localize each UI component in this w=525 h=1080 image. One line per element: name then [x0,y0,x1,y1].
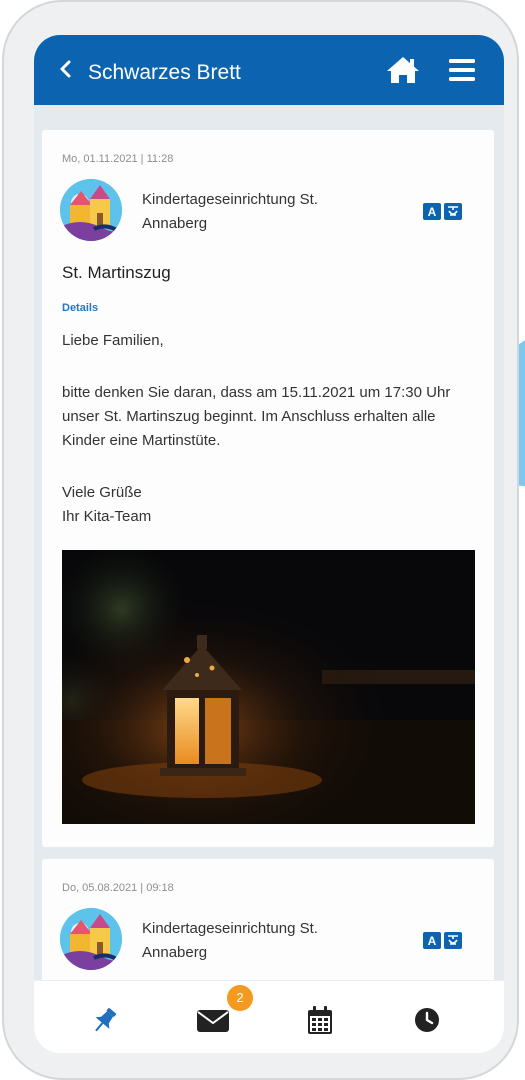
nav-messages[interactable] [156,981,273,1053]
unread-messages-badge: 2 [227,985,253,1011]
svg-text:A: A [428,205,437,219]
calendar-icon [308,1006,332,1034]
translate-icon[interactable]: A [423,203,463,220]
signature-line: Ihr Kita-Team [62,508,152,525]
lantern-photo[interactable] [62,550,475,824]
bulletin-post[interactable]: Do, 05.08.2021 | 09:18 Kindertageseinric… [42,859,494,980]
nav-bulletin-board[interactable] [49,981,166,1053]
bottom-navigation [34,980,504,1053]
bulletin-post[interactable]: Mo, 01.11.2021 | 11:28 Kindertageseinric… [42,130,494,847]
post-timestamp: Do, 05.08.2021 | 09:18 [62,882,174,894]
svg-text:A: A [428,934,437,948]
mail-icon [197,1010,229,1032]
post-message: bitte denken Sie daran, dass am 15.11.20… [62,384,451,449]
top-bar: Schwarzes Brett [34,35,504,105]
nav-calendar[interactable] [263,981,380,1053]
app-screen: Schwarzes Brett Mo, 01.11.2021 | 11:28 K… [34,35,504,1053]
back-arrow-icon[interactable] [56,57,76,81]
pin-icon [95,1008,117,1032]
sender-avatar [60,179,122,241]
home-icon[interactable] [386,55,420,85]
page-title: Schwarzes Brett [88,61,241,84]
sender-name: Kindertageseinrichtung St. Annaberg [142,191,318,232]
bulletin-feed[interactable]: Mo, 01.11.2021 | 11:28 Kindertageseinric… [34,105,504,980]
hamburger-menu-icon[interactable] [448,57,476,83]
sender-name: Kindertageseinrichtung St. Annaberg [142,920,318,961]
sender-avatar [60,908,122,970]
post-title: St. Martinszug [62,263,171,282]
nav-history[interactable] [370,981,487,1053]
post-closing: Viele Grüße Ihr Kita-Team [62,481,482,529]
clock-icon [415,1008,439,1032]
post-greeting: Liebe Familien, [62,332,164,349]
closing-line: Viele Grüße [62,484,142,501]
phone-frame: Schwarzes Brett Mo, 01.11.2021 | 11:28 K… [2,0,519,1080]
translate-icon[interactable]: A [423,932,463,949]
post-timestamp: Mo, 01.11.2021 | 11:28 [62,153,174,165]
details-link[interactable]: Details [62,302,98,314]
